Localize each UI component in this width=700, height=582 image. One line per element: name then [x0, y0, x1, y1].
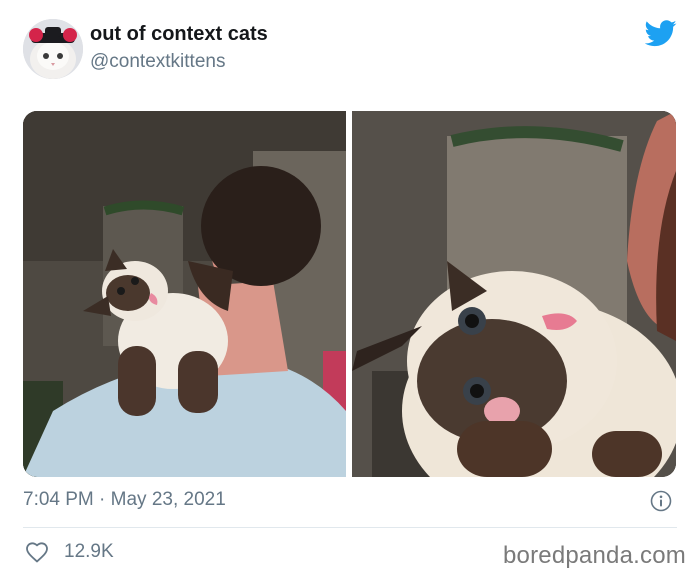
- twitter-bird-icon[interactable]: [645, 20, 677, 47]
- user-handle[interactable]: @contextkittens: [90, 51, 225, 73]
- divider: [23, 527, 677, 528]
- cat-closeup-photo: [352, 111, 676, 477]
- info-icon[interactable]: [650, 490, 672, 512]
- heart-icon[interactable]: [25, 541, 49, 563]
- display-name[interactable]: out of context cats: [90, 23, 268, 46]
- tweet-photo-left[interactable]: [23, 111, 346, 477]
- boredpanda-watermark: boredpanda.com: [503, 542, 686, 569]
- avatar[interactable]: [23, 19, 83, 79]
- tweet-timestamp[interactable]: 7:04 PM · May 23, 2021: [23, 489, 226, 511]
- tweet-card: out of context cats @contextkittens 7:04…: [0, 0, 700, 582]
- man-holding-cat-photo: [23, 111, 346, 477]
- like-count[interactable]: 12.9K: [64, 541, 114, 563]
- avatar-cat-image: [23, 19, 83, 79]
- tweet-photo-right[interactable]: [352, 111, 676, 477]
